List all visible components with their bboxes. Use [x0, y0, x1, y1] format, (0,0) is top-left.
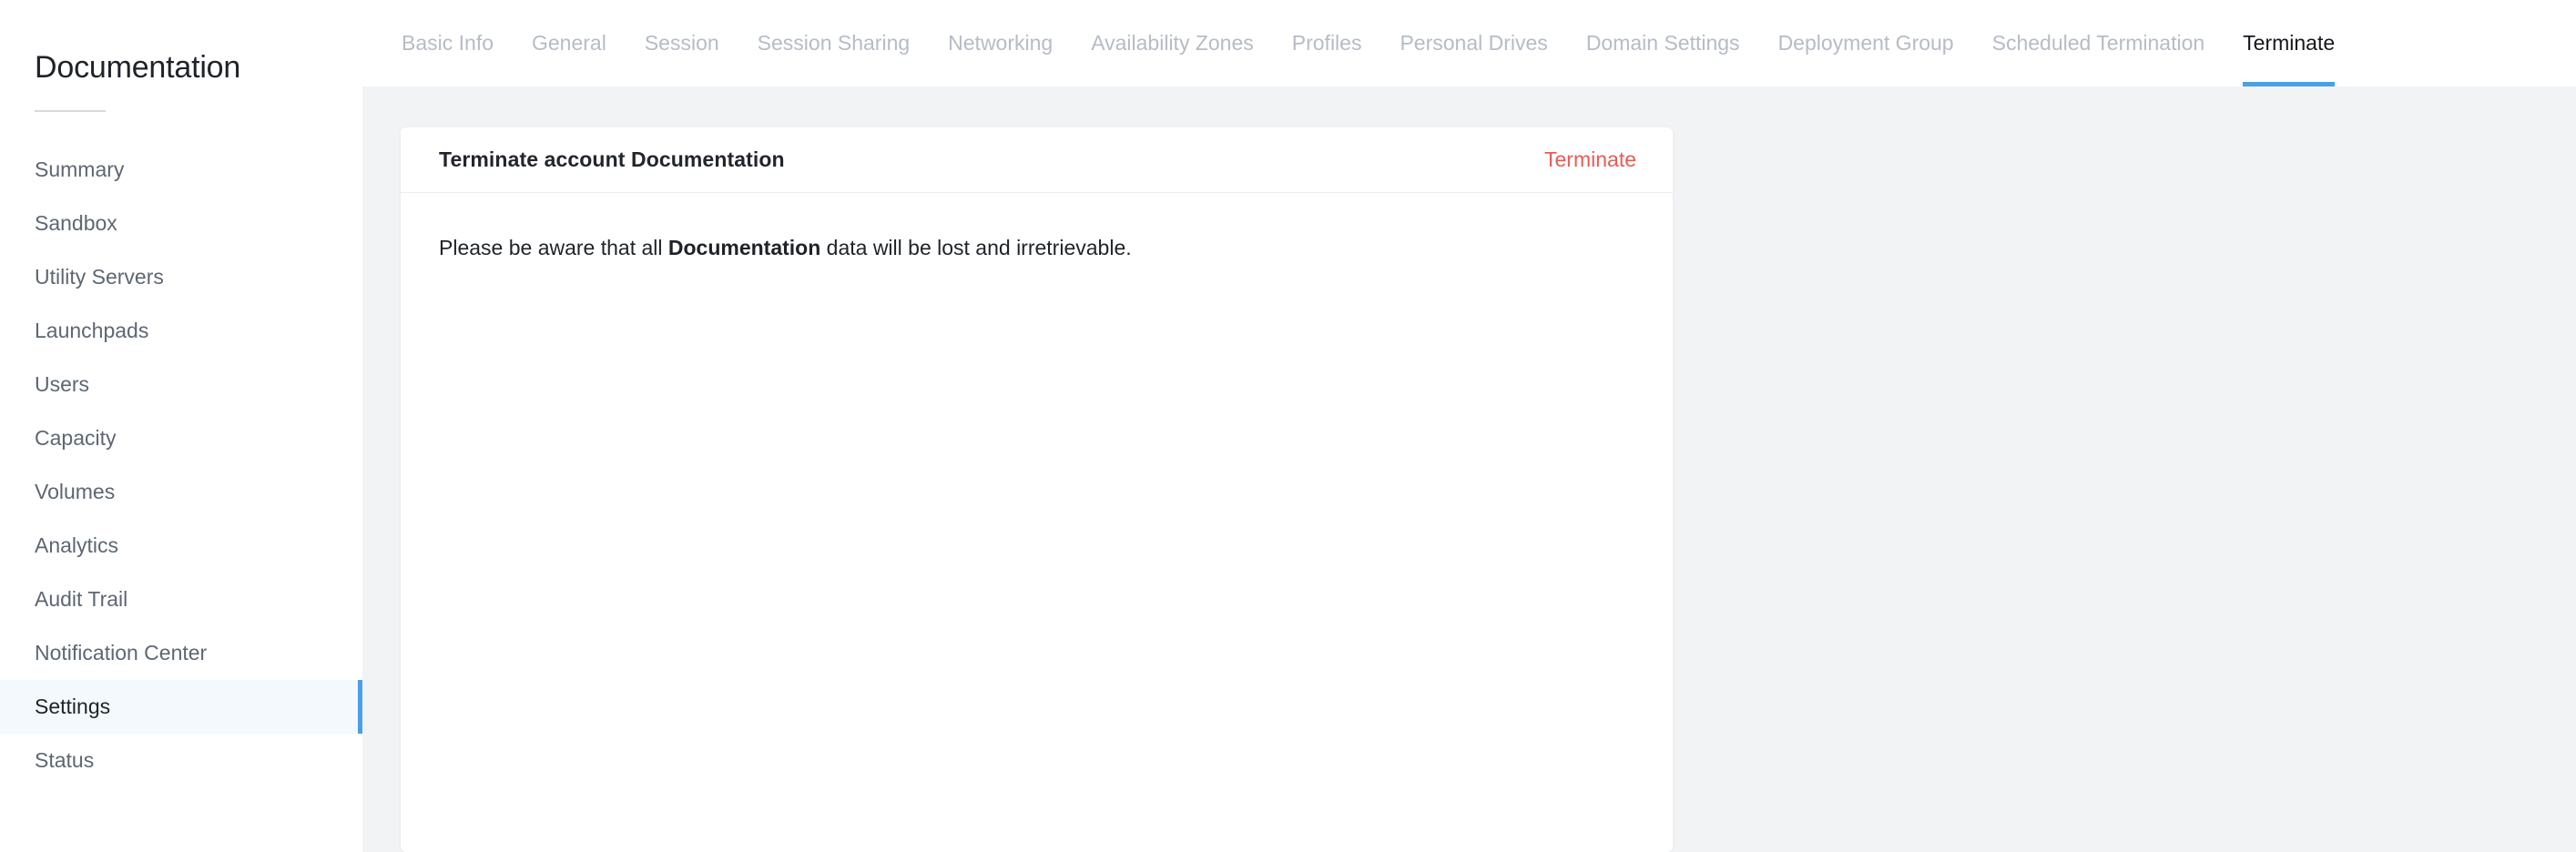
tab-label: Basic Info: [402, 31, 494, 55]
sidebar-nav: Summary Sandbox Utility Servers Launchpads U…: [0, 143, 362, 787]
sidebar-title: Documentation: [35, 50, 241, 85]
tab-label: Session Sharing: [757, 31, 911, 55]
sidebar-item-notification-center[interactable]: Notification Center: [0, 626, 362, 680]
sidebar-item-audit-trail[interactable]: Audit Trail: [0, 573, 362, 626]
tab-networking[interactable]: Networking: [929, 0, 1072, 86]
sidebar-title-divider: [35, 110, 106, 113]
terminate-link[interactable]: Terminate: [1544, 147, 1636, 172]
tab-label: Personal Drives: [1400, 31, 1548, 55]
tab-label: Session: [644, 31, 719, 55]
warning-text-suffix: data will be lost and irretrievable.: [820, 236, 1132, 259]
termination-warning-text: Please be aware that all Documentation d…: [439, 233, 1634, 263]
tab-bar: Basic Info General Session Session Sharing N…: [362, 0, 2576, 86]
sidebar-item-capacity[interactable]: Capacity: [0, 411, 362, 465]
sidebar-item-label: Audit Trail: [35, 587, 128, 612]
tab-general[interactable]: General: [513, 0, 626, 86]
tab-label: Domain Settings: [1585, 31, 1740, 55]
sidebar-item-analytics[interactable]: Analytics: [0, 519, 362, 573]
tab-personal-drives[interactable]: Personal Drives: [1380, 0, 1566, 86]
tab-session[interactable]: Session: [626, 0, 738, 86]
tab-terminate[interactable]: Terminate: [2224, 0, 2354, 86]
sidebar-item-status[interactable]: Status: [0, 734, 362, 787]
tab-label: General: [532, 31, 606, 55]
sidebar-item-label: Utility Servers: [35, 265, 164, 289]
sidebar-item-label: Volumes: [35, 480, 116, 504]
sidebar-item-label: Notification Center: [35, 641, 208, 665]
sidebar-item-label: Summary: [35, 157, 125, 182]
app-root: Documentation Summary Sandbox Utility Serv…: [0, 0, 2576, 852]
sidebar-item-label: Launchpads: [35, 319, 149, 343]
tab-label: Networking: [948, 31, 1054, 55]
warning-text-account-name: Documentation: [667, 236, 821, 259]
terminate-card: Terminate account Documentation Terminat…: [401, 127, 1673, 852]
content-area: Terminate account Documentation Terminat…: [362, 86, 2576, 852]
sidebar-item-utility-servers[interactable]: Utility Servers: [0, 250, 362, 304]
tab-label: Profiles: [1291, 31, 1362, 55]
sidebar-item-label: Users: [35, 372, 90, 397]
tab-basic-info[interactable]: Basic Info: [382, 0, 513, 86]
main-area: Basic Info General Session Session Sharing N…: [362, 0, 2576, 852]
tab-label: Deployment Group: [1777, 31, 1954, 55]
sidebar-item-volumes[interactable]: Volumes: [0, 465, 362, 519]
sidebar-item-label: Capacity: [35, 426, 117, 451]
sidebar-item-settings[interactable]: Settings: [0, 680, 362, 735]
tab-availability-zones[interactable]: Availability Zones: [1072, 0, 1273, 86]
tab-label: Terminate: [2243, 31, 2336, 55]
sidebar-item-label: Sandbox: [35, 211, 117, 236]
warning-text-prefix: Please be aware that all: [439, 236, 668, 259]
sidebar-item-label: Analytics: [35, 533, 119, 558]
tab-session-sharing[interactable]: Session Sharing: [738, 0, 930, 86]
tab-domain-settings[interactable]: Domain Settings: [1567, 0, 1759, 86]
sidebar-item-sandbox[interactable]: Sandbox: [0, 197, 362, 250]
tab-deployment-group[interactable]: Deployment Group: [1759, 0, 1973, 86]
tab-label: Scheduled Termination: [1991, 31, 2205, 55]
sidebar: Documentation Summary Sandbox Utility Serv…: [0, 0, 362, 852]
card-header: Terminate account Documentation Terminat…: [401, 127, 1673, 193]
card-title: Terminate account Documentation: [439, 147, 785, 171]
tab-scheduled-termination[interactable]: Scheduled Termination: [1973, 0, 2225, 86]
tab-profiles[interactable]: Profiles: [1273, 0, 1381, 86]
sidebar-item-label: Settings: [35, 695, 111, 719]
sidebar-item-launchpads[interactable]: Launchpads: [0, 304, 362, 358]
card-body: Please be aware that all Documentation d…: [401, 193, 1673, 852]
sidebar-item-label: Status: [35, 748, 95, 773]
sidebar-item-users[interactable]: Users: [0, 358, 362, 411]
tab-label: Availability Zones: [1091, 31, 1254, 55]
sidebar-item-summary[interactable]: Summary: [0, 143, 362, 197]
